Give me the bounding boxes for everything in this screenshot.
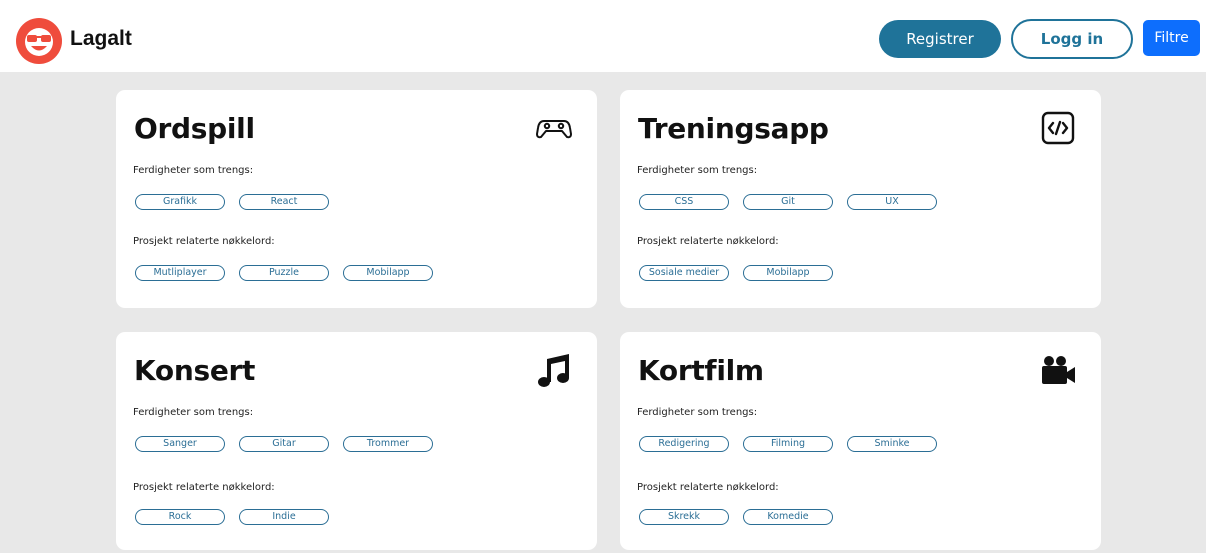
skill-chip[interactable]: Filming xyxy=(743,436,833,452)
project-grid: Ordspill Ferdigheter som trengs: Grafikk… xyxy=(0,72,1206,553)
project-title: Kortfilm xyxy=(638,354,764,387)
skills-label: Ferdigheter som trengs: xyxy=(133,407,254,418)
skill-chip[interactable]: Sanger xyxy=(135,436,225,452)
skill-chip[interactable]: Redigering xyxy=(639,436,729,452)
skills-label: Ferdigheter som trengs: xyxy=(637,407,758,418)
keyword-chip[interactable]: Mutliplayer xyxy=(135,265,225,281)
header-bar: Lagalt Registrer Logg in Filtre xyxy=(0,0,1206,72)
keyword-chip[interactable]: Indie xyxy=(239,509,329,525)
keywords-label: Prosjekt relaterte nøkkelord: xyxy=(133,482,275,493)
project-title: Ordspill xyxy=(134,112,255,145)
keyword-chip[interactable]: Mobilapp xyxy=(743,265,833,281)
register-button[interactable]: Registrer xyxy=(879,20,1001,58)
video-camera-icon xyxy=(1042,356,1075,384)
keywords-label: Prosjekt relaterte nøkkelord: xyxy=(637,482,779,493)
code-icon xyxy=(1041,111,1075,145)
skill-chip[interactable]: Git xyxy=(743,194,833,210)
keyword-chip[interactable]: Komedie xyxy=(743,509,833,525)
skill-chip[interactable]: Sminke xyxy=(847,436,937,452)
logo-icon[interactable] xyxy=(16,18,62,64)
project-card-konsert[interactable]: Konsert Ferdigheter som trengs: Sanger G… xyxy=(116,332,597,550)
project-card-kortfilm[interactable]: Kortfilm Ferdigheter som trengs: Rediger… xyxy=(620,332,1101,550)
keyword-chip[interactable]: Rock xyxy=(135,509,225,525)
keyword-chip[interactable]: Sosiale medier xyxy=(639,265,729,281)
skill-chip[interactable]: Grafikk xyxy=(135,194,225,210)
brand-name: Lagalt xyxy=(70,27,132,50)
skills-label: Ferdigheter som trengs: xyxy=(637,165,758,176)
music-note-icon xyxy=(538,354,569,387)
project-card-treningsapp[interactable]: Treningsapp Ferdigheter som trengs: CSS … xyxy=(620,90,1101,308)
keyword-chip[interactable]: Puzzle xyxy=(239,265,329,281)
keywords-label: Prosjekt relaterte nøkkelord: xyxy=(133,236,275,247)
keyword-chip[interactable]: Skrekk xyxy=(639,509,729,525)
keyword-chip[interactable]: Mobilapp xyxy=(343,265,433,281)
skill-chip[interactable]: React xyxy=(239,194,329,210)
gamepad-icon xyxy=(536,120,572,139)
keywords-label: Prosjekt relaterte nøkkelord: xyxy=(637,236,779,247)
skill-chip[interactable]: Trommer xyxy=(343,436,433,452)
project-title: Treningsapp xyxy=(638,112,829,145)
login-button[interactable]: Logg in xyxy=(1011,19,1133,59)
skills-label: Ferdigheter som trengs: xyxy=(133,165,254,176)
skill-chip[interactable]: CSS xyxy=(639,194,729,210)
project-card-ordspill[interactable]: Ordspill Ferdigheter som trengs: Grafikk… xyxy=(116,90,597,308)
skill-chip[interactable]: Gitar xyxy=(239,436,329,452)
project-title: Konsert xyxy=(134,354,256,387)
filter-button[interactable]: Filtre xyxy=(1143,20,1200,56)
skill-chip[interactable]: UX xyxy=(847,194,937,210)
